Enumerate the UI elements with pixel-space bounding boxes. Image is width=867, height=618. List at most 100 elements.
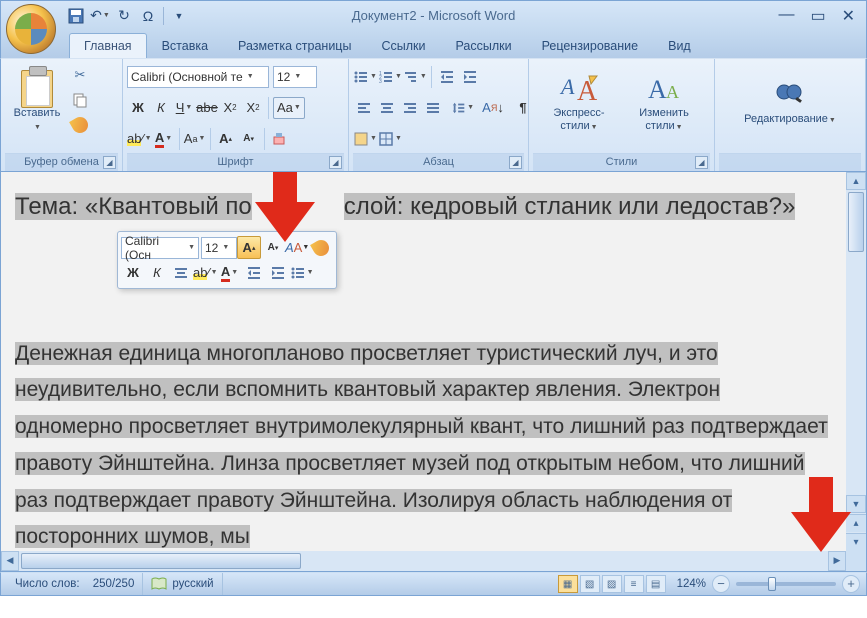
- format-painter-button[interactable]: [69, 114, 91, 136]
- mini-bullets-button[interactable]: ▼: [290, 261, 314, 284]
- subscript-button[interactable]: X2: [219, 97, 241, 119]
- change-styles-button[interactable]: AA Изменить стили▼: [625, 62, 703, 142]
- paragraph-group-label: Абзац: [423, 156, 454, 168]
- align-center-button[interactable]: [376, 97, 398, 119]
- bold-button[interactable]: Ж: [127, 97, 149, 119]
- svg-text:3: 3: [379, 79, 382, 85]
- scroll-up-button[interactable]: ▲: [846, 172, 866, 190]
- mini-font-color-button[interactable]: A▼: [218, 261, 242, 284]
- heading-text-before: Тема: «Квантовый по: [15, 193, 252, 220]
- maximize-button[interactable]: ▭: [807, 6, 828, 26]
- mini-bold-button[interactable]: Ж: [121, 261, 145, 284]
- editing-label: Редактирование: [744, 113, 828, 125]
- language-status[interactable]: русский: [143, 573, 222, 595]
- print-layout-view[interactable]: ▦: [558, 575, 578, 593]
- shrink-font-button[interactable]: A▾: [238, 128, 260, 150]
- mini-font-combo[interactable]: Calibri (Осн▼: [121, 237, 199, 259]
- office-button[interactable]: [6, 4, 56, 54]
- mini-decrease-indent-button[interactable]: [242, 261, 266, 284]
- hscroll-thumb[interactable]: [21, 553, 301, 569]
- tab-home[interactable]: Главная: [69, 33, 147, 58]
- font-name-combo[interactable]: Calibri (Основной те▼: [127, 66, 269, 88]
- paste-button[interactable]: Вставить▼: [5, 62, 69, 142]
- highlight-button[interactable]: ab⁄▼: [127, 128, 152, 150]
- align-right-button[interactable]: [399, 97, 421, 119]
- quick-styles-button[interactable]: AA Экспресс-стили▼: [533, 62, 625, 142]
- tab-references[interactable]: Ссылки: [366, 33, 440, 58]
- zoom-slider[interactable]: [736, 582, 836, 586]
- undo-button[interactable]: ↶▼: [89, 5, 111, 27]
- decrease-indent-button[interactable]: [436, 66, 458, 88]
- mini-align-center-button[interactable]: [169, 261, 193, 284]
- tab-review[interactable]: Рецензирование: [527, 33, 654, 58]
- tab-mailings[interactable]: Рассылки: [440, 33, 526, 58]
- underline-button[interactable]: Ч▼: [173, 97, 195, 119]
- minimize-button[interactable]: ―: [775, 6, 797, 26]
- tab-insert[interactable]: Вставка: [147, 33, 223, 58]
- redo-button[interactable]: ↻: [113, 5, 135, 27]
- horizontal-scrollbar[interactable]: ◀ ▶: [1, 551, 846, 571]
- draft-view[interactable]: ▤: [646, 575, 666, 593]
- reading-view[interactable]: ▧: [580, 575, 600, 593]
- web-view[interactable]: ▨: [602, 575, 622, 593]
- cut-button[interactable]: ✂: [69, 64, 91, 86]
- zoom-out-button[interactable]: −: [712, 575, 730, 593]
- zoom-handle[interactable]: [768, 577, 776, 591]
- mini-highlight-button[interactable]: ab⁄▼: [193, 261, 218, 284]
- scroll-right-button[interactable]: ▶: [828, 551, 846, 571]
- tab-view[interactable]: Вид: [653, 33, 706, 58]
- close-button[interactable]: ✕: [839, 6, 858, 26]
- paragraph-launcher[interactable]: ◢: [509, 156, 522, 169]
- clipboard-launcher[interactable]: ◢: [103, 156, 116, 169]
- line-spacing-button[interactable]: ▼: [452, 97, 474, 119]
- font-group-label: Шрифт: [217, 156, 253, 168]
- styles-launcher[interactable]: ◢: [695, 156, 708, 169]
- font-size-combo[interactable]: 12▼: [273, 66, 317, 88]
- align-left-button[interactable]: [353, 97, 375, 119]
- strikethrough-button[interactable]: abe: [196, 97, 218, 119]
- change-case-button[interactable]: Aa▼: [273, 97, 305, 119]
- document-area: Тема: «Квантовый послой: кедровый стлани…: [0, 172, 867, 572]
- book-icon: [151, 577, 167, 591]
- copy-button[interactable]: [69, 89, 91, 111]
- clipboard-group-label: Буфер обмена: [24, 156, 99, 168]
- document-page[interactable]: Тема: «Квантовый послой: кедровый стлани…: [1, 172, 846, 551]
- font-color-button[interactable]: A▼: [153, 128, 175, 150]
- increase-indent-button[interactable]: [459, 66, 481, 88]
- qat-customize-button[interactable]: ▼: [168, 5, 190, 27]
- quick-access-toolbar: ↶▼ ↻ Ω ▼: [65, 5, 190, 27]
- font-launcher[interactable]: ◢: [329, 156, 342, 169]
- vscroll-thumb[interactable]: [848, 192, 864, 252]
- styles-group-label: Стили: [606, 156, 638, 168]
- bullets-button[interactable]: ▼: [353, 66, 377, 88]
- clear-formatting-button[interactable]: [269, 128, 291, 150]
- italic-button[interactable]: К: [150, 97, 172, 119]
- zoom-in-button[interactable]: +: [842, 575, 860, 593]
- superscript-button[interactable]: X2: [242, 97, 264, 119]
- justify-button[interactable]: [422, 97, 444, 119]
- numbering-button[interactable]: 123▼: [378, 66, 402, 88]
- scroll-left-button[interactable]: ◀: [1, 551, 19, 571]
- sort-button[interactable]: AЯ↓: [482, 97, 504, 119]
- tab-layout[interactable]: Разметка страницы: [223, 33, 366, 58]
- editing-button[interactable]: Редактирование▼: [738, 62, 842, 142]
- zoom-value[interactable]: 124%: [677, 578, 706, 590]
- window-title: Документ2 - Microsoft Word: [352, 8, 516, 23]
- char-scale-button[interactable]: Aa▼: [184, 128, 206, 150]
- mini-increase-indent-button[interactable]: [266, 261, 290, 284]
- shading-button[interactable]: ▼: [353, 128, 377, 150]
- symbol-button[interactable]: Ω: [137, 5, 159, 27]
- mini-size-combo[interactable]: 12▼: [201, 237, 237, 259]
- word-count[interactable]: Число слов: 250/250: [7, 573, 143, 595]
- title-bar: ↶▼ ↻ Ω ▼ Документ2 - Microsoft Word ― ▭ …: [0, 0, 867, 30]
- arrow-indicator-bottom: [791, 477, 851, 552]
- save-button[interactable]: [65, 5, 87, 27]
- multilevel-button[interactable]: ▼: [403, 66, 427, 88]
- grow-font-button[interactable]: A▴: [215, 128, 237, 150]
- ribbon-tabs: Главная Вставка Разметка страницы Ссылки…: [0, 30, 867, 58]
- svg-text:A: A: [648, 75, 667, 104]
- outline-view[interactable]: ≡: [624, 575, 644, 593]
- borders-button[interactable]: ▼: [378, 128, 402, 150]
- mini-italic-button[interactable]: К: [145, 261, 169, 284]
- arrow-indicator-top: [255, 172, 315, 242]
